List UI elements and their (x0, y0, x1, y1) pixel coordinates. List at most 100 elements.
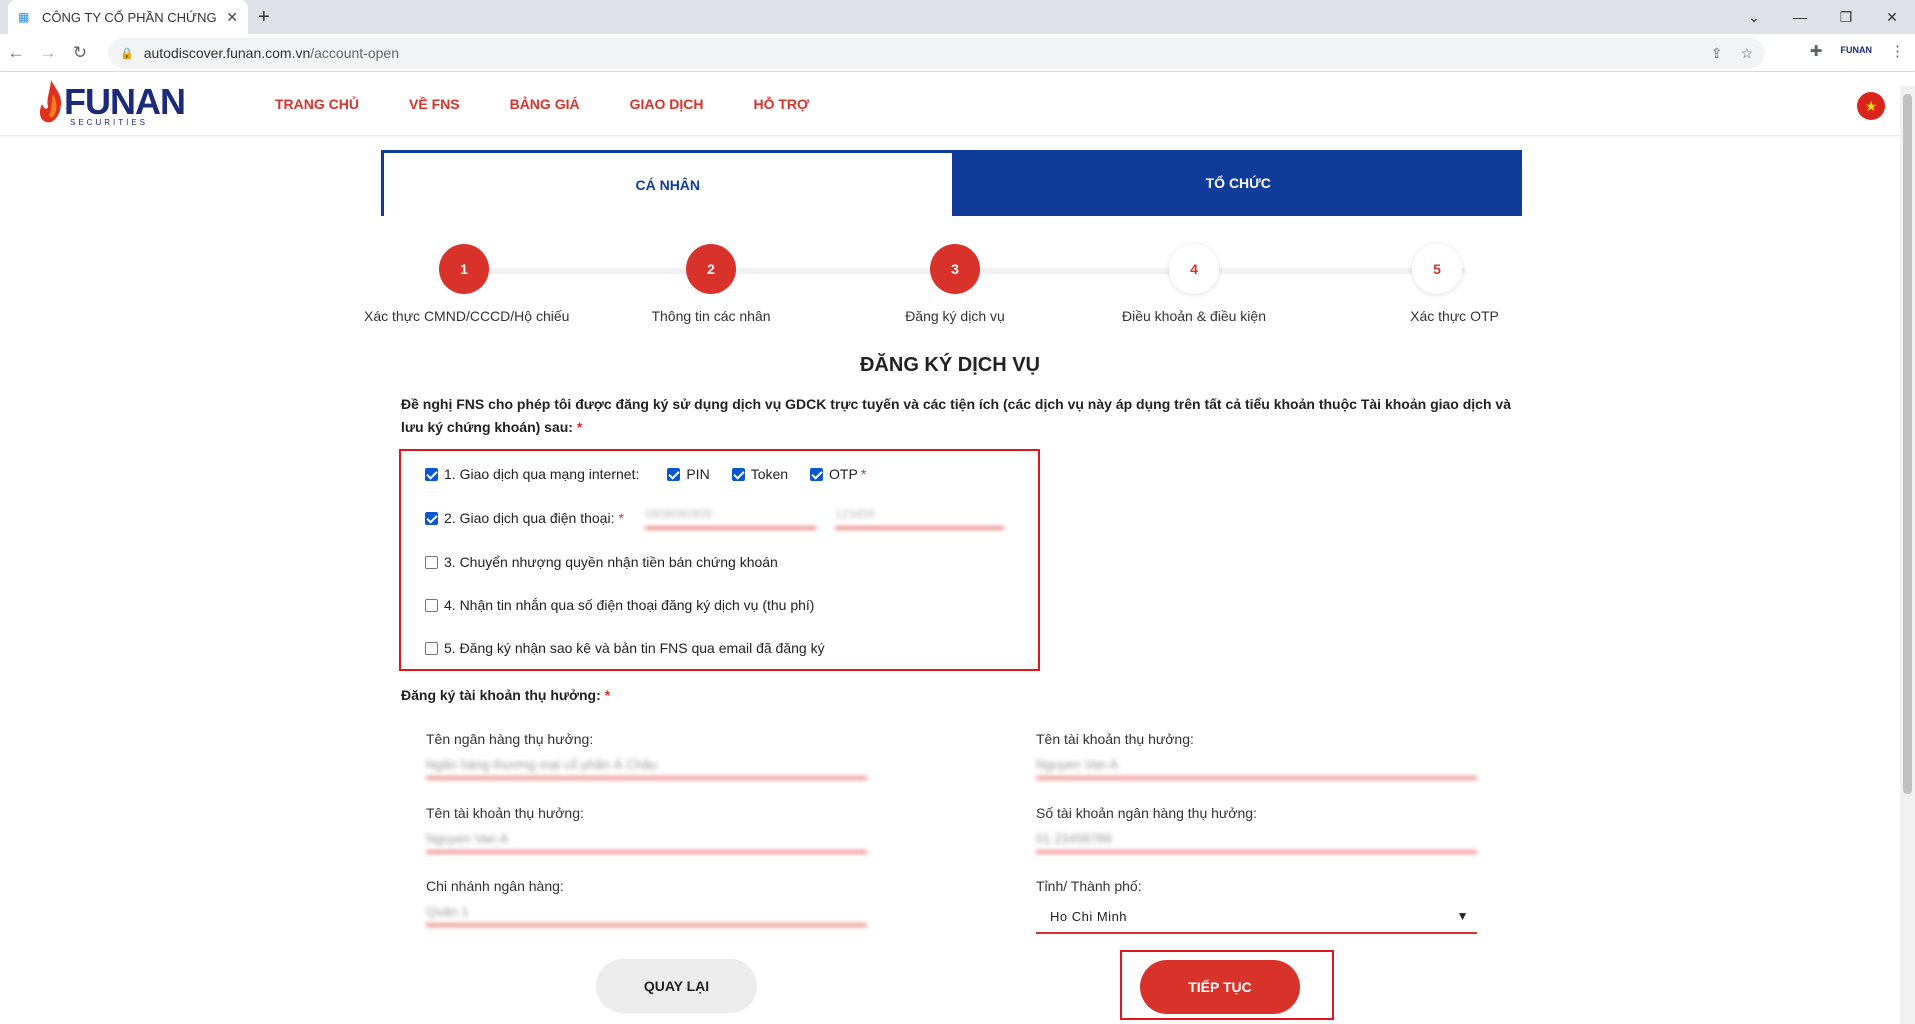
pin-label: PIN (686, 466, 710, 482)
url-path: /account-open (310, 45, 399, 61)
new-tab-icon[interactable]: + (258, 6, 270, 29)
step-4-label: Điều khoản & điều kiện (1122, 308, 1266, 324)
progress-steps: 1 Xác thực CMND/CCCD/Hộ chiếu 2 Thông ti… (364, 244, 1510, 324)
step-5-number: 5 (1412, 244, 1462, 294)
service-sms-label: 4. Nhận tin nhắn qua số điện thoại đăng … (444, 597, 815, 613)
branch-field: Chi nhánh ngân hàng: Quận 1 (426, 878, 867, 926)
window-controls: ⌄ — ❐ ✕ (1731, 0, 1915, 34)
account-name-right-field: Tên tài khoản thụ hưởng: Nguyen Van A (1036, 731, 1477, 779)
share-icon[interactable]: ⇪ (1711, 45, 1723, 62)
address-bar[interactable]: 🔒 autodiscover.funan.com.vn /account-ope… (108, 38, 1765, 68)
service-intro-text: Đề nghị FNS cho phép tôi được đăng ký sử… (401, 396, 1511, 435)
menu-price-board[interactable]: BẢNG GIÁ (510, 96, 580, 112)
phone-pin-input[interactable]: 123456 (835, 507, 1004, 529)
browser-tab[interactable]: ▦ CÔNG TY CỔ PHẦN CHỨNG KHO ✕ (8, 0, 248, 34)
service-phone-row: 2. Giao dịch qua điện thoại: * (425, 510, 624, 526)
service-transfer-label: 3. Chuyển nhượng quyền nhận tiền bán chứ… (444, 554, 778, 570)
branch-label: Chi nhánh ngân hàng: (426, 878, 564, 894)
step-2-number: 2 (686, 244, 736, 294)
otp-checkbox[interactable] (810, 467, 824, 481)
beneficiary-title: Đăng ký tài khoản thụ hưởng: * (401, 687, 610, 703)
close-tab-icon[interactable]: ✕ (226, 9, 238, 26)
city-select-value: Ho Chi Minh (1050, 908, 1128, 924)
menu-kebab-icon[interactable]: ⋮ (1890, 42, 1905, 60)
branch-input[interactable]: Quận 1 (426, 900, 867, 926)
chevron-down-icon: ▼ (1456, 909, 1469, 923)
phone-number-input[interactable]: 0909090909 (645, 507, 816, 529)
back-icon[interactable]: ← (0, 43, 32, 63)
otp-required-mark: * (860, 466, 867, 482)
otp-option: OTP * (810, 466, 866, 482)
step-1: 1 Xác thực CMND/CCCD/Hộ chiếu (364, 244, 570, 324)
city-field: Tỉnh/ Thành phố: Ho Chi Minh ▼ (1036, 878, 1477, 934)
token-label: Token (750, 466, 789, 482)
restore-icon[interactable]: ❐ (1823, 0, 1869, 34)
token-option: Token (731, 466, 789, 482)
bank-name-input[interactable]: Ngân hàng thương mại cổ phần Á Châu (426, 753, 867, 779)
minimize-icon[interactable]: — (1777, 0, 1823, 34)
service-intro: Đề nghị FNS cho phép tôi được đăng ký sử… (401, 393, 1511, 439)
close-window-icon[interactable]: ✕ (1869, 0, 1915, 34)
tab-individual[interactable]: CÁ NHÂN (381, 150, 955, 216)
menu-trading[interactable]: GIAO DỊCH (630, 96, 704, 112)
menu-support[interactable]: HỖ TRỢ (753, 96, 809, 112)
step-5-label: Xác thực OTP (1410, 308, 1499, 324)
account-name-input[interactable]: Nguyen Van A (426, 827, 867, 853)
continue-button[interactable]: TIẾP TỤC (1140, 960, 1300, 1014)
service-phone-label: 2. Giao dịch qua điện thoại: (444, 510, 615, 526)
lock-icon: 🔒 (120, 47, 134, 60)
beneficiary-title-text: Đăng ký tài khoản thụ hưởng: (401, 687, 601, 703)
account-name-right-label: Tên tài khoản thụ hưởng: (1036, 731, 1194, 747)
service-phone-checkbox[interactable] (425, 511, 438, 525)
step-3-label: Đăng ký dịch vụ (905, 308, 1005, 324)
logo-subtitle: SECURITIES (70, 118, 149, 127)
service-email-label: 5. Đăng ký nhận sao kê và bản tin FNS qu… (444, 640, 825, 656)
service-internet-checkbox[interactable] (425, 467, 438, 481)
bookmark-star-icon[interactable]: ☆ (1740, 45, 1753, 62)
city-select[interactable]: Ho Chi Minh ▼ (1036, 900, 1477, 934)
step-3: 3 Đăng ký dịch vụ (855, 244, 1055, 324)
account-number-label: Số tài khoản ngân hàng thụ hưởng: (1036, 805, 1257, 821)
site-header: FUNAN SECURITIES TRANG CHỦ VỀ FNS BẢNG G… (0, 72, 1915, 136)
menu-home[interactable]: TRANG CHỦ (275, 96, 359, 112)
service-sms-checkbox[interactable] (425, 598, 438, 612)
browser-tabbar: ▦ CÔNG TY CỔ PHẦN CHỨNG KHO ✕ + ⌄ — ❐ ✕ (0, 0, 1915, 34)
tab-search-icon[interactable]: ⌄ (1731, 0, 1777, 34)
service-sms-row: 4. Nhận tin nhắn qua số điện thoại đăng … (425, 597, 814, 613)
site-favicon-icon: ▦ (18, 10, 30, 24)
required-mark: * (576, 419, 583, 435)
funan-logo[interactable]: FUNAN SECURITIES (38, 80, 186, 127)
pin-option: PIN (667, 466, 710, 482)
bank-name-field: Tên ngân hàng thụ hưởng: Ngân hàng thươn… (426, 731, 867, 779)
profile-icon[interactable]: FUNAN (1841, 42, 1873, 60)
step-2-label: Thông tin các nhân (651, 308, 771, 324)
account-name-right-input[interactable]: Nguyen Van A (1036, 753, 1477, 779)
phone-required-mark: * (618, 510, 624, 526)
beneficiary-required-mark: * (604, 687, 611, 703)
account-name-field: Tên tài khoản thụ hưởng: Nguyen Van A (426, 805, 867, 853)
back-button[interactable]: QUAY LẠI (596, 959, 757, 1013)
reload-icon[interactable]: ↻ (64, 43, 96, 63)
tab-title: CÔNG TY CỔ PHẦN CHỨNG KHO (42, 9, 220, 25)
service-email-checkbox[interactable] (425, 641, 438, 655)
token-checkbox[interactable] (731, 467, 745, 481)
scrollbar-thumb[interactable] (1903, 94, 1912, 794)
page-scrollbar[interactable] (1900, 86, 1915, 1024)
main-menu: TRANG CHỦ VỀ FNS BẢNG GIÁ GIAO DỊCH HỖ T… (275, 96, 809, 112)
menu-about[interactable]: VỀ FNS (409, 96, 460, 112)
logo-wordmark: FUNAN (64, 81, 186, 122)
step-3-number: 3 (930, 244, 980, 294)
service-email-row: 5. Đăng ký nhận sao kê và bản tin FNS qu… (425, 640, 825, 656)
step-1-label: Xác thực CMND/CCCD/Hộ chiếu (364, 308, 570, 324)
tab-organization[interactable]: TỔ CHỨC (954, 150, 1522, 216)
pin-checkbox[interactable] (667, 467, 681, 481)
services-box: 1. Giao dịch qua mạng internet: PIN Toke… (399, 449, 1040, 671)
city-label: Tỉnh/ Thành phố: (1036, 878, 1142, 894)
account-number-input[interactable]: 01 23456789 (1036, 827, 1477, 853)
next-button-highlight: TIẾP TỤC (1120, 950, 1334, 1020)
vietnam-flag-icon[interactable]: ★ (1857, 92, 1885, 120)
forward-icon[interactable]: → (32, 43, 64, 63)
extensions-icon[interactable]: ✚ (1810, 42, 1823, 60)
service-transfer-checkbox[interactable] (425, 555, 438, 569)
browser-toolbar: ← → ↻ 🔒 autodiscover.funan.com.vn /accou… (0, 34, 1915, 72)
